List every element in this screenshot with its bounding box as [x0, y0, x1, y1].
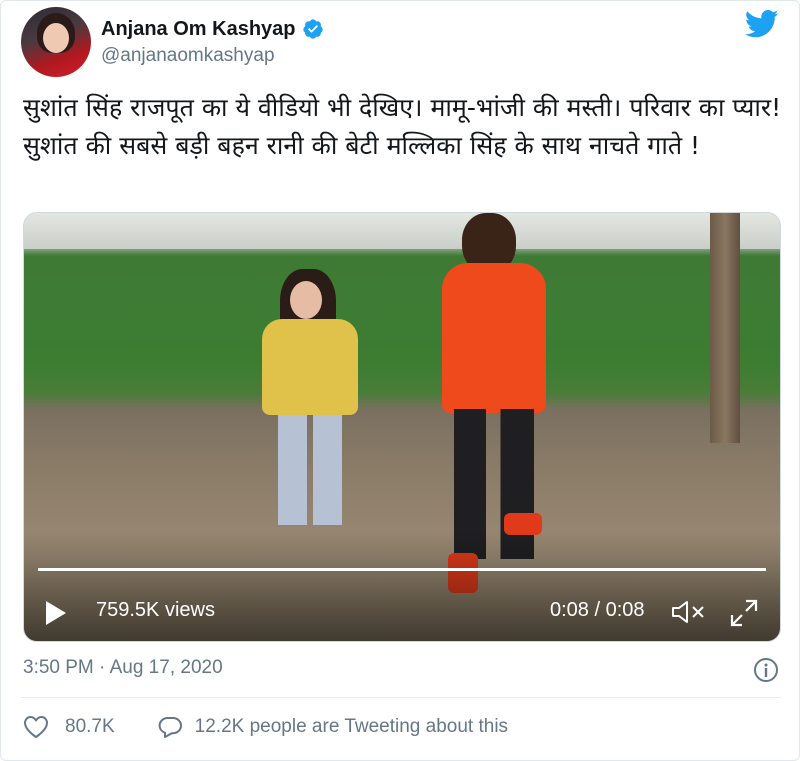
video-progress-fill [38, 568, 766, 571]
tweet-timestamp[interactable]: 3:50 PM · Aug 17, 2020 [23, 657, 223, 679]
fullscreen-icon[interactable] [730, 599, 758, 627]
twitter-bird-icon[interactable] [745, 9, 779, 39]
video-frame-person-yellow [256, 269, 366, 529]
avatar[interactable] [21, 7, 91, 77]
author-names: Anjana Om Kashyap @anjanaomkashyap [101, 18, 324, 67]
verified-badge-icon [302, 19, 323, 39]
tweeting-about-text: 12.2K people are Tweeting about this [194, 716, 509, 737]
tweet-actions: 80.7K 12.2K people are Tweeting about th… [23, 715, 508, 739]
author-display-name[interactable]: Anjana Om Kashyap [101, 18, 296, 41]
info-icon[interactable] [753, 657, 779, 683]
video-views: 759.5K views [96, 599, 215, 621]
video-frame-tree [710, 213, 740, 443]
mute-icon[interactable] [670, 599, 706, 625]
tweet-header: Anjana Om Kashyap @anjanaomkashyap [21, 7, 324, 77]
tweet-card: Anjana Om Kashyap @anjanaomkashyap सुशां… [0, 0, 800, 761]
play-icon[interactable] [46, 601, 66, 625]
video-frame-sky [24, 213, 780, 249]
video-progress-bar[interactable] [38, 568, 766, 571]
tweet-text: सुशांत सिंह राजपूत का ये वीडियो भी देखिए… [23, 93, 782, 160]
video-player[interactable]: 759.5K views 0:08 / 0:08 [23, 212, 781, 642]
video-controls: 759.5K views 0:08 / 0:08 [24, 593, 780, 633]
divider [21, 697, 781, 698]
name-row: Anjana Om Kashyap [101, 18, 324, 41]
author-handle[interactable]: @anjanaomkashyap [101, 45, 324, 67]
like-action[interactable]: 80.7K [23, 715, 157, 739]
reply-action[interactable]: 12.2K people are Tweeting about this [157, 715, 508, 739]
like-count: 80.7K [65, 716, 115, 737]
speech-bubble-icon[interactable] [157, 715, 183, 739]
heart-icon[interactable] [23, 715, 49, 739]
video-time: 0:08 / 0:08 [550, 599, 645, 621]
